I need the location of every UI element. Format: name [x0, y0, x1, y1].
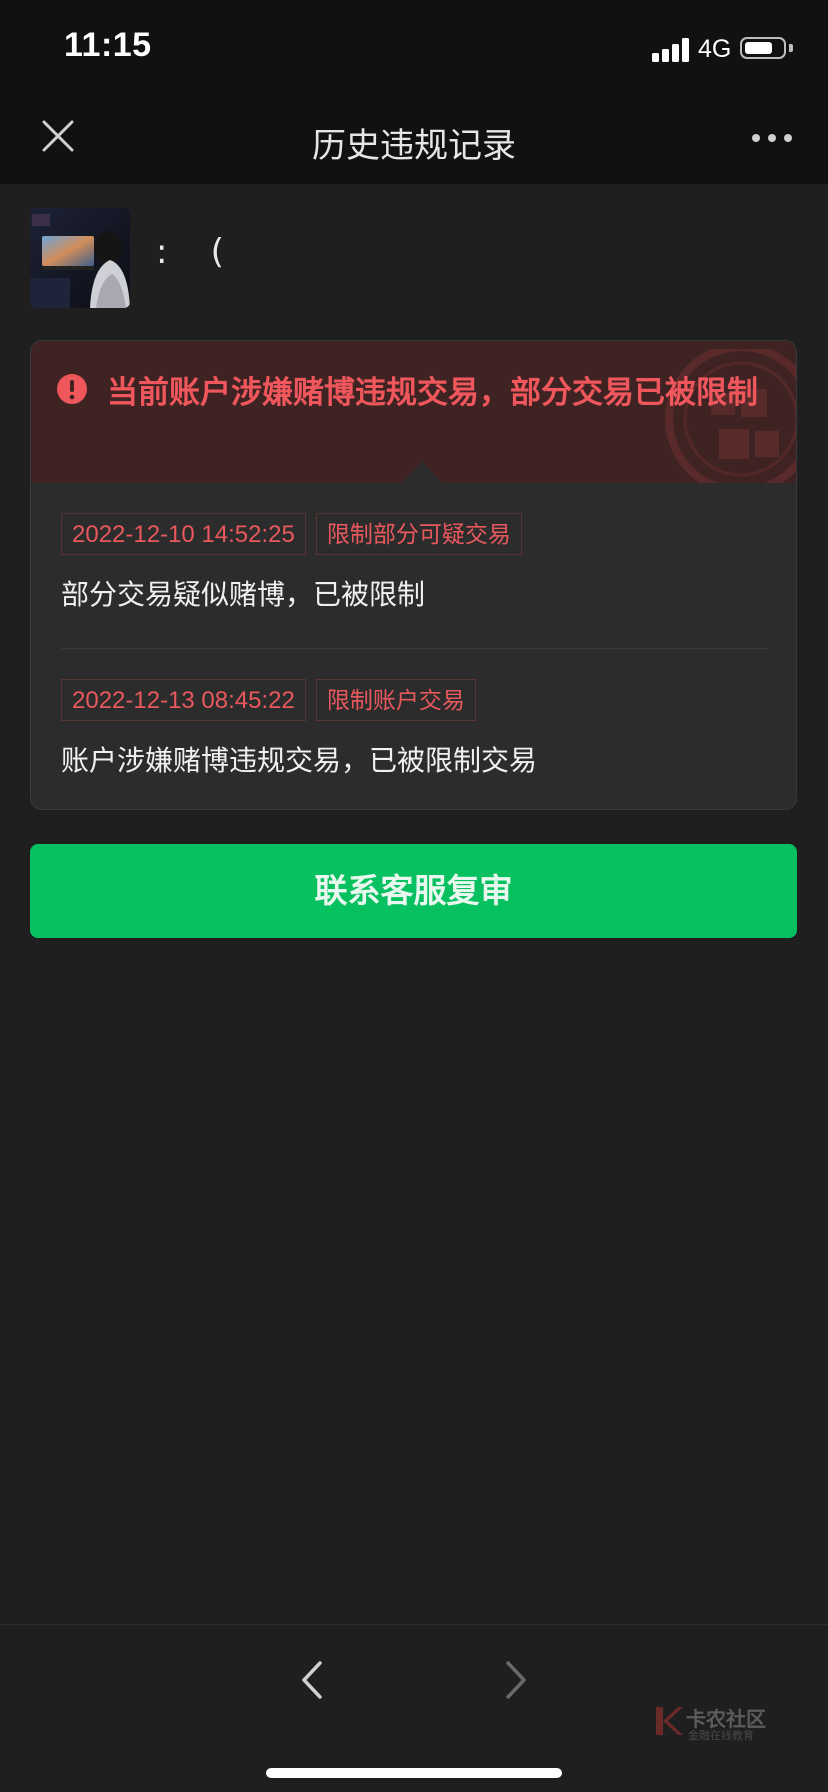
- watermark-logo-icon: [656, 1707, 683, 1735]
- battery-level: [745, 42, 772, 54]
- chevron-right-icon[interactable]: [498, 1655, 534, 1705]
- avatar: [30, 208, 130, 308]
- home-indicator[interactable]: [266, 1768, 562, 1778]
- record-date: 2022-12-10 14:52:25: [61, 513, 306, 555]
- record-tag: 限制账户交易: [315, 679, 476, 721]
- warning-stamp: [665, 349, 796, 483]
- page-title: 历史违规记录: [312, 126, 516, 166]
- battery-icon: [740, 37, 786, 59]
- list-item: 2022-12-13 08:45:22 限制账户交易 账户涉嫌赌博违规交易，已被限…: [61, 679, 768, 779]
- chevron-left-icon[interactable]: [294, 1655, 330, 1705]
- divider: [61, 648, 768, 649]
- violation-card: 当前账户涉嫌赌博违规交易，部分交易已被限制 2022-12-10 14:52:2…: [30, 340, 797, 810]
- record-description: 部分交易疑似赌博，已被限制: [61, 578, 426, 611]
- record-tag: 限制部分可疑交易: [315, 513, 522, 555]
- exclamation-icon: [57, 374, 87, 404]
- watermark: 卡农社区 金融在线教育: [650, 1703, 790, 1743]
- alert-message: 当前账户涉嫌赌博违规交易，部分交易已被限制: [107, 375, 758, 411]
- network-type: 4G: [698, 35, 732, 63]
- record-date: 2022-12-13 08:45:22: [61, 679, 306, 721]
- record-description: 账户涉嫌赌博违规交易，已被限制交易: [61, 744, 538, 777]
- status-time: 11:15: [64, 26, 152, 64]
- signal-icon: [652, 36, 692, 62]
- status-bar: 11:15 4G: [0, 0, 828, 96]
- card-pointer: [402, 461, 442, 483]
- contact-support-button[interactable]: 联系客服复审: [30, 844, 797, 938]
- list-item: 2022-12-10 14:52:25 限制部分可疑交易 部分交易疑似赌博，已被限…: [61, 513, 768, 613]
- nav-bar: 历史违规记录: [0, 96, 828, 184]
- watermark-subtitle: 金融在线教育: [688, 1729, 754, 1742]
- bottom-toolbar: 卡农社区 金融在线教育: [0, 1624, 828, 1792]
- page: 11:15 4G 历史违规记录: (当前账户涉嫌赌博违规交易，部分交易已被限…: [0, 0, 828, 1792]
- battery-cap: [789, 44, 793, 52]
- more-icon[interactable]: [748, 126, 796, 150]
- user-name: : (: [156, 232, 224, 272]
